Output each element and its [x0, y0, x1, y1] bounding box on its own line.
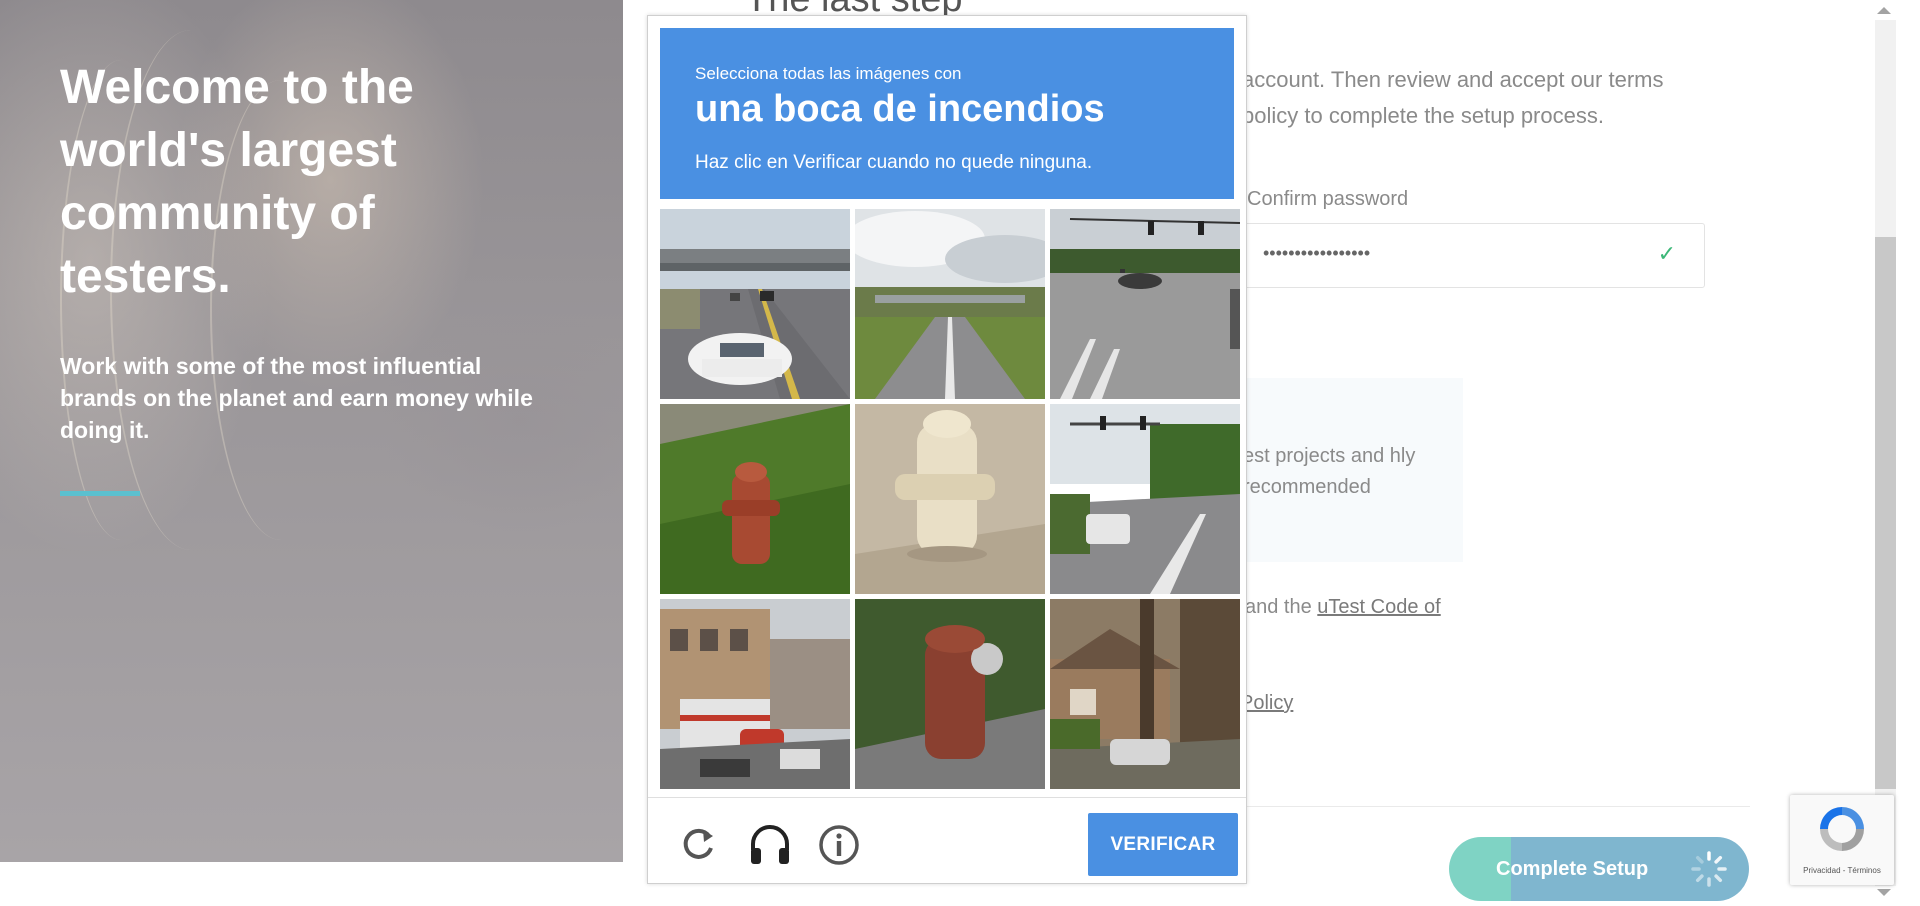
- form-divider: [1238, 806, 1750, 807]
- captcha-header: Selecciona todas las imágenes con una bo…: [660, 28, 1234, 199]
- captcha-tile[interactable]: [1050, 209, 1240, 399]
- audio-challenge-icon[interactable]: [747, 822, 793, 868]
- captcha-instruction: Selecciona todas las imágenes con: [695, 64, 962, 83]
- complete-setup-label: Complete Setup: [1496, 858, 1649, 880]
- tile-street-image: [1050, 404, 1240, 594]
- captcha-grid: [660, 209, 1240, 789]
- captcha-tile[interactable]: [855, 404, 1045, 594]
- terms-prefix: and the: [1245, 596, 1318, 618]
- scroll-down-arrow-icon[interactable]: [1877, 889, 1891, 896]
- captcha-footer-divider: [648, 797, 1246, 798]
- reload-icon[interactable]: [675, 822, 721, 868]
- info-text: est projects and hly recommended: [1243, 445, 1416, 498]
- hero-panel: Welcome to the world's largest community…: [0, 0, 623, 862]
- code-of-conduct-link[interactable]: uTest Code of: [1317, 596, 1440, 618]
- privacy-policy-link[interactable]: Policy: [1240, 692, 1293, 714]
- captcha-tile[interactable]: [660, 599, 850, 789]
- captcha-tile[interactable]: [855, 599, 1045, 789]
- tile-city-bus-image: [660, 599, 850, 789]
- captcha-tile[interactable]: [855, 209, 1045, 399]
- hero-subtext: Work with some of the most influential b…: [60, 353, 533, 443]
- hero-accent-bar: [60, 491, 140, 496]
- loading-spinner-icon: [1691, 851, 1727, 887]
- captcha-subinstruction: Haz clic en Verificar cuando no quede ni…: [695, 152, 1093, 173]
- captcha-dialog: Selecciona todas las imágenes con una bo…: [647, 15, 1247, 884]
- form-intro: account. Then review and accept our term…: [1242, 67, 1664, 128]
- tile-intersection-image: [1050, 209, 1240, 399]
- captcha-tile[interactable]: [660, 404, 850, 594]
- tile-white-hydrant-image: [855, 404, 1045, 594]
- captcha-tile[interactable]: [660, 209, 850, 399]
- verify-button[interactable]: VERIFICAR: [1088, 813, 1238, 876]
- tile-house-image: [1050, 599, 1240, 789]
- checkmark-icon: ✓: [1657, 241, 1676, 266]
- tile-overpass-image: [855, 209, 1045, 399]
- tile-red-hydrant-image: [660, 404, 850, 594]
- help-info-icon[interactable]: [816, 822, 862, 868]
- captcha-tile[interactable]: [1050, 599, 1240, 789]
- complete-setup-button[interactable]: Complete Setup: [1449, 837, 1749, 901]
- recaptcha-terms[interactable]: Privacidad - Términos: [1790, 866, 1894, 875]
- recaptcha-logo-icon: [1820, 807, 1864, 851]
- captcha-target: una boca de incendios: [695, 88, 1105, 130]
- confirm-password-value: •••••••••••••••••: [1263, 243, 1371, 263]
- policy-line: Policy: [1240, 692, 1293, 715]
- confirm-password-label: Confirm password: [1247, 188, 1409, 210]
- tile-highway-image: [660, 209, 850, 399]
- captcha-tile[interactable]: [1050, 404, 1240, 594]
- scroll-up-arrow-icon[interactable]: [1877, 7, 1891, 14]
- hero-heading: Welcome to the world's largest community…: [60, 61, 414, 303]
- terms-line: and the uTest Code of: [1245, 596, 1441, 619]
- recaptcha-badge[interactable]: Privacidad - Términos: [1790, 795, 1894, 885]
- tile-hydrant-closeup-image: [855, 599, 1045, 789]
- confirm-password-field[interactable]: ••••••••••••••••• ✓: [1215, 223, 1705, 288]
- scrollbar-thumb[interactable]: [1875, 237, 1896, 789]
